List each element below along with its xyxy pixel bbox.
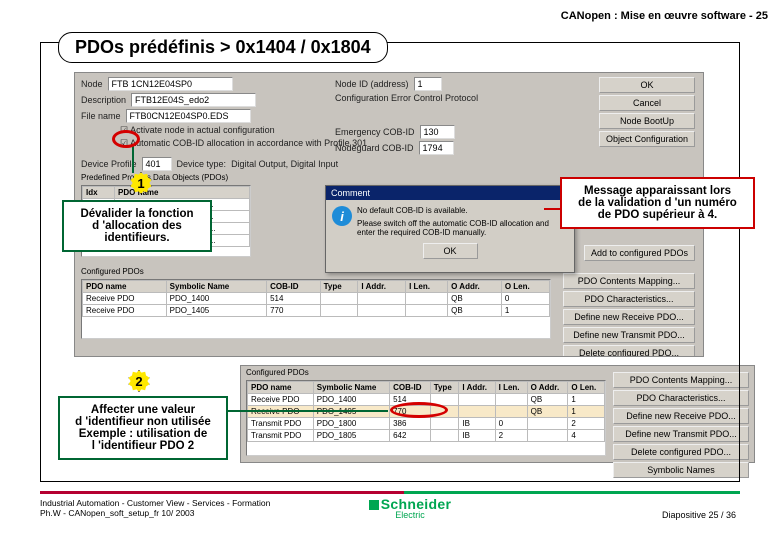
connector xyxy=(544,208,560,210)
page-header: CANopen : Mise en œuvre software - 25 xyxy=(561,10,768,22)
schneider-logo: Schneider Electric xyxy=(360,496,460,520)
slide-counter: Diapositive 25 / 36 xyxy=(662,510,736,520)
connector xyxy=(228,410,388,412)
callout-1: Dévalider la fonctiond 'allocation desid… xyxy=(62,200,212,252)
footer-left: Industrial Automation - Customer View - … xyxy=(40,498,270,518)
footer-bar xyxy=(40,491,740,494)
callout-2: Affecter une valeurd 'identifieur non ut… xyxy=(58,396,228,460)
connector xyxy=(132,145,134,173)
callout-message: Message apparaissant lorsde la validatio… xyxy=(560,177,755,229)
slide-title: PDOs prédéfinis > 0x1404 / 0x1804 xyxy=(58,32,388,63)
